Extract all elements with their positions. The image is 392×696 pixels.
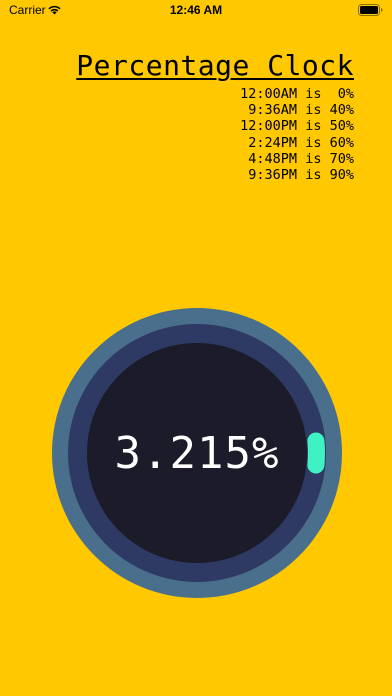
- reference-percent: 40%: [329, 102, 354, 119]
- clock-dial-graphic: [52, 308, 342, 598]
- reference-row: 2:24PM is 60%: [240, 135, 354, 151]
- reference-time: 9:36PM: [248, 167, 298, 184]
- inner-face: [87, 343, 307, 563]
- reference-row: 4:48PM is 70%: [240, 151, 354, 167]
- reference-time: 12:00AM: [240, 86, 298, 102]
- reference-percent: 70%: [329, 150, 354, 167]
- reference-connector: is: [305, 118, 322, 135]
- reference-percent: 60%: [329, 134, 354, 151]
- reference-percent: 50%: [329, 118, 354, 135]
- reference-table: 12:00AM is 0% 9:36AM is 40% 12:00PM is 50%…: [240, 86, 354, 183]
- reference-percent: 0%: [337, 86, 354, 102]
- reference-connector: is: [305, 150, 322, 167]
- reference-row: 9:36AM is 40%: [240, 102, 354, 118]
- clock-dial: [52, 308, 342, 598]
- reference-row: 9:36PM is 90%: [240, 167, 354, 183]
- reference-connector: is: [305, 86, 322, 102]
- reference-time: 2:24PM: [248, 134, 298, 151]
- reference-connector: is: [305, 134, 322, 151]
- reference-row: 12:00PM is 50%: [240, 118, 354, 134]
- reference-connector: is: [305, 167, 322, 184]
- progress-arc: [307, 432, 325, 474]
- reference-time: 9:36AM: [248, 102, 298, 119]
- status-time: 12:46 AM: [169, 3, 223, 17]
- reference-percent: 90%: [329, 167, 354, 184]
- reference-row: 12:00AM is 0%: [240, 86, 354, 102]
- battery-icon: [358, 4, 383, 16]
- page-title: Percentage Clock: [76, 49, 354, 82]
- reference-time: 4:48PM: [248, 150, 298, 167]
- reference-connector: is: [305, 102, 322, 119]
- status-bar: Carrier 12:46 AM: [0, 0, 392, 22]
- reference-time: 12:00PM: [240, 118, 298, 135]
